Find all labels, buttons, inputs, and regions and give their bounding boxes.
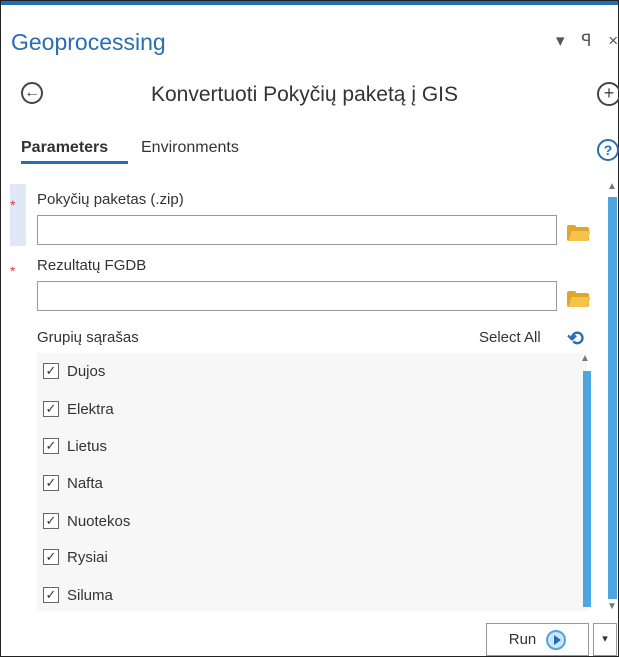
list-item-label: Nuotekos [67,512,131,530]
select-all-link[interactable]: Select All [479,329,541,346]
list-item[interactable]: ✓ Siluma [43,583,113,607]
fgdb-label: Rezultatų FGDB [37,257,147,274]
checkbox[interactable]: ✓ [43,475,59,491]
geoprocessing-pane: Geoprocessing ▾ ꟼ × ← Konvertuoti Pokyči… [0,0,619,657]
focus-accent [10,184,26,246]
list-scrollbar[interactable] [583,371,591,607]
list-item-label: Lietus [67,437,108,455]
list-scroll-up-icon[interactable]: ▲ [580,353,590,364]
list-item[interactable]: ✓ Nafta [43,471,103,495]
required-icon: * [10,197,16,213]
list-item[interactable]: ✓ Lietus [43,434,107,458]
pane-scroll-down-icon[interactable]: ▼ [607,601,617,612]
list-item[interactable]: ✓ Nuotekos [43,509,130,533]
tab-parameters[interactable]: Parameters [21,139,108,157]
list-item[interactable]: ✓ Elektra [43,397,114,421]
list-item[interactable]: ✓ Dujos [43,359,105,383]
list-item-label: Elektra [67,400,114,418]
checkbox[interactable]: ✓ [43,587,59,603]
list-item[interactable]: ✓ Rysiai [43,545,108,569]
required-icon: * [10,263,16,279]
groups-label: Grupių sąrašas [37,329,139,346]
help-icon[interactable]: ? [597,139,619,161]
tool-title: Konvertuoti Pokyčių paketą į GIS [151,83,458,106]
pane-scroll-up-icon[interactable]: ▲ [607,181,617,192]
pane-title: Geoprocessing [11,29,166,55]
list-item-label: Nafta [67,474,103,492]
list-item-label: Dujos [67,362,106,380]
package-label: Pokyčių paketas (.zip) [37,191,184,208]
pane-controls[interactable]: ▾ ꟼ × [556,31,619,51]
back-icon[interactable]: ← [21,82,43,104]
groups-list: ✓ Dujos ✓ Elektra ✓ Lietus ✓ Nafta ✓ Nuo… [37,353,587,611]
pane-accent-bar [1,1,618,5]
reset-icon[interactable]: ⟲ [567,326,584,351]
checkbox[interactable]: ✓ [43,438,59,454]
active-tab-indicator [21,161,128,164]
run-label: Run [508,631,537,648]
run-button[interactable]: Run [486,623,589,656]
checkbox[interactable]: ✓ [43,549,59,565]
checkbox[interactable]: ✓ [43,401,59,417]
list-item-label: Siluma [67,586,113,604]
play-icon [546,629,567,650]
add-icon[interactable]: + [597,82,619,106]
list-item-label: Rysiai [67,548,108,566]
checkbox[interactable]: ✓ [43,513,59,529]
folder-icon[interactable] [567,291,591,307]
folder-icon[interactable] [567,225,591,241]
pane-scrollbar[interactable] [608,197,617,599]
package-input[interactable] [37,215,557,245]
fgdb-input[interactable] [37,281,557,311]
tab-environments[interactable]: Environments [141,139,239,157]
run-dropdown-icon[interactable]: ▾ [593,623,617,656]
checkbox[interactable]: ✓ [43,363,59,379]
